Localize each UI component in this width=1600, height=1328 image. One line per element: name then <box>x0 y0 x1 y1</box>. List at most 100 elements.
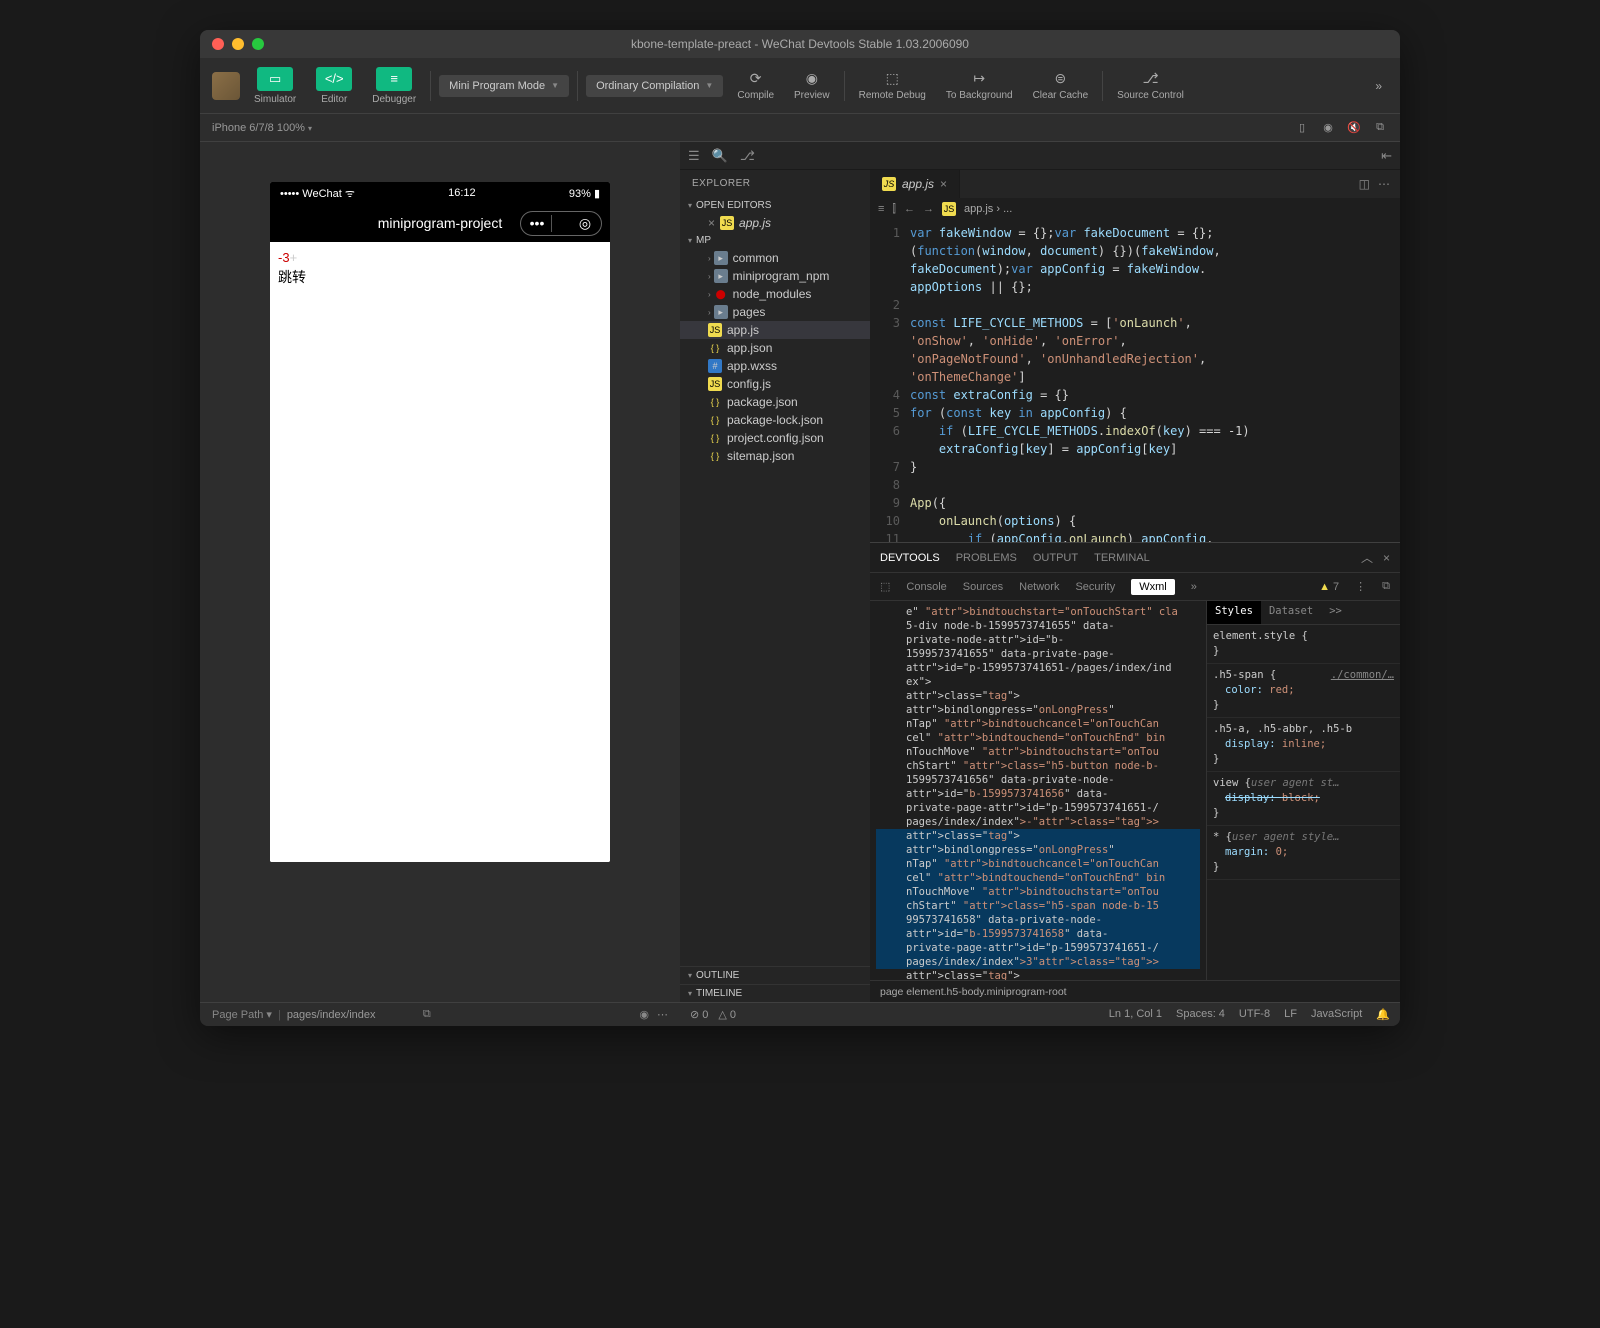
bell-icon[interactable]: 🔔 <box>1376 1008 1390 1021</box>
phone-content[interactable]: -3+ 跳转 <box>270 242 610 862</box>
split-editor-icon[interactable]: ◫ <box>1359 177 1370 191</box>
errors-indicator[interactable]: ⊘ 0 <box>690 1008 708 1021</box>
avatar[interactable] <box>212 72 240 100</box>
copy-icon[interactable]: ⧉ <box>423 1008 431 1021</box>
nav-target-icon[interactable]: ◎ <box>575 215 595 232</box>
file-item[interactable]: #app.wxss <box>680 357 870 375</box>
phone-nav-bar: miniprogram-project ••• ◎ <box>270 204 610 242</box>
search-icon[interactable]: 🔍 <box>712 148 728 164</box>
mute-icon[interactable]: 🔇 <box>1346 120 1362 136</box>
mode-select[interactable]: Mini Program Mode▼ <box>439 75 569 97</box>
code-area[interactable]: 1 23 456 7891011 var fakeWindow = {};var… <box>870 220 1400 542</box>
styles-more[interactable]: >> <box>1321 601 1350 624</box>
folder-item[interactable]: ›▸pages <box>680 303 870 321</box>
git-icon[interactable]: ⎇ <box>740 148 755 164</box>
file-item[interactable]: { }package-lock.json <box>680 411 870 429</box>
prev-icon[interactable]: ← <box>904 203 915 215</box>
explorer-panel: EXPLORER OPEN EDITORS × JS app.js MP ›▸c… <box>680 170 870 1002</box>
sources-tab[interactable]: Sources <box>963 581 1003 593</box>
explorer-title: EXPLORER <box>680 170 870 197</box>
compile-select[interactable]: Ordinary Compilation▼ <box>586 75 723 97</box>
encoding[interactable]: UTF-8 <box>1239 1008 1270 1021</box>
devtools-panel: DEVTOOLS PROBLEMS OUTPUT TERMINAL ︿ × ⬚ … <box>870 542 1400 1002</box>
list-icon[interactable]: ☰ <box>688 148 700 164</box>
rotate-icon[interactable]: ▯ <box>1294 120 1310 136</box>
outline-section[interactable]: OUTLINE <box>680 966 870 984</box>
breadcrumb[interactable]: app.js › ... <box>964 203 1012 215</box>
console-tab[interactable]: Console <box>906 581 946 593</box>
maximize-window-button[interactable] <box>252 38 264 50</box>
folder-item[interactable]: ›▸common <box>680 249 870 267</box>
security-tab[interactable]: Security <box>1075 581 1115 593</box>
clear-cache-button[interactable]: ⊜ Clear Cache <box>1027 66 1095 105</box>
minimize-window-button[interactable] <box>232 38 244 50</box>
bookmark-icon[interactable]: ⫿ <box>892 203 896 216</box>
source-control-button[interactable]: ⎇ Source Control <box>1111 66 1190 105</box>
dt-dock-icon[interactable]: ⧉ <box>1382 580 1390 593</box>
device-select[interactable]: iPhone 6/7/8 100% ▾ <box>212 122 312 134</box>
editor-more-icon[interactable]: ⋯ <box>1378 177 1390 191</box>
phone-frame: ••••• WeChat ᯤ 16:12 93% ▮ miniprogram-p… <box>270 182 610 862</box>
file-item[interactable]: { }project.config.json <box>680 429 870 447</box>
page-path-input[interactable] <box>287 1009 417 1021</box>
code-editor: JS app.js × ◫ ⋯ ≡ ⫿ ← → <box>870 170 1400 1002</box>
wxml-tab[interactable]: Wxml <box>1131 579 1175 595</box>
to-background-button[interactable]: ↦ To Background <box>940 66 1019 105</box>
nav-back-icon[interactable]: ≡ <box>878 203 884 215</box>
wifi-icon: ᯤ <box>345 188 355 200</box>
more-icon[interactable]: ⋯ <box>657 1008 668 1021</box>
file-item[interactable]: { }sitemap.json <box>680 447 870 465</box>
project-root[interactable]: MP <box>680 232 870 249</box>
sim-footer: Page Path ▾ | ⧉ ◉ ⋯ <box>200 1002 680 1026</box>
warning-badge[interactable]: ▲ 7 <box>1319 581 1339 593</box>
record-icon[interactable]: ◉ <box>1320 120 1336 136</box>
more-button[interactable]: » <box>1369 73 1388 99</box>
network-tab[interactable]: Network <box>1019 581 1059 593</box>
compile-button[interactable]: ⟳ Compile <box>731 66 780 105</box>
panel-close-icon[interactable]: × <box>1383 551 1390 565</box>
debugger-button[interactable]: ≡ Debugger <box>366 63 422 109</box>
tab-close-icon[interactable]: × <box>940 177 947 191</box>
editor-button[interactable]: </> Editor <box>310 63 358 109</box>
wxml-tree[interactable]: e" "attr">bindtouchstart="onTouchStart" … <box>870 601 1206 980</box>
open-editor-file[interactable]: × JS app.js <box>680 214 870 232</box>
problems-tab[interactable]: PROBLEMS <box>956 552 1017 564</box>
timeline-section[interactable]: TIMELINE <box>680 984 870 1002</box>
styles-panel: Styles Dataset >> element.style {}./comm… <box>1206 601 1400 980</box>
visibility-icon[interactable]: ◉ <box>639 1008 649 1021</box>
file-item[interactable]: { }package.json <box>680 393 870 411</box>
eol[interactable]: LF <box>1284 1008 1297 1021</box>
devtools-tab[interactable]: DEVTOOLS <box>880 552 940 564</box>
simulator-panel: ••••• WeChat ᯤ 16:12 93% ▮ miniprogram-p… <box>200 142 680 1026</box>
expand-icon[interactable]: ⧉ <box>1372 120 1388 136</box>
preview-button[interactable]: ◉ Preview <box>788 66 836 105</box>
toolbar: ▭ Simulator </> Editor ≡ Debugger Mini P… <box>200 58 1400 114</box>
folder-item[interactable]: ›⬤node_modules <box>680 285 870 303</box>
folder-item[interactable]: ›▸miniprogram_npm <box>680 267 870 285</box>
terminal-tab[interactable]: TERMINAL <box>1094 552 1150 564</box>
warnings-indicator[interactable]: △ 0 <box>718 1008 736 1021</box>
open-editors-section[interactable]: OPEN EDITORS <box>680 197 870 214</box>
collapse-icon[interactable]: ⇤ <box>1381 148 1392 164</box>
dt-more-icon[interactable]: » <box>1191 581 1197 593</box>
file-item[interactable]: JSconfig.js <box>680 375 870 393</box>
nav-more-icon[interactable]: ••• <box>527 215 547 232</box>
editor-tab[interactable]: JS app.js × <box>870 170 960 198</box>
remote-debug-button[interactable]: ⬚ Remote Debug <box>853 66 932 105</box>
dataset-tab[interactable]: Dataset <box>1261 601 1321 624</box>
simulator-button[interactable]: ▭ Simulator <box>248 63 302 109</box>
panel-up-icon[interactable]: ︿ <box>1361 549 1373 566</box>
close-window-button[interactable] <box>212 38 224 50</box>
inspect-icon[interactable]: ⬚ <box>880 580 890 593</box>
next-icon[interactable]: → <box>923 203 934 215</box>
indent-setting[interactable]: Spaces: 4 <box>1176 1008 1225 1021</box>
file-item[interactable]: JSapp.js <box>680 321 870 339</box>
output-tab[interactable]: OUTPUT <box>1033 552 1078 564</box>
dt-menu-icon[interactable]: ⋮ <box>1355 580 1366 593</box>
cursor-position[interactable]: Ln 1, Col 1 <box>1109 1008 1162 1021</box>
statusbar: ⊘ 0 △ 0 Ln 1, Col 1 Spaces: 4 UTF-8 LF J… <box>680 1002 1400 1026</box>
language-mode[interactable]: JavaScript <box>1311 1008 1362 1021</box>
file-item[interactable]: { }app.json <box>680 339 870 357</box>
page-path-label: Page Path ▾ <box>212 1008 272 1021</box>
styles-tab[interactable]: Styles <box>1207 601 1261 624</box>
